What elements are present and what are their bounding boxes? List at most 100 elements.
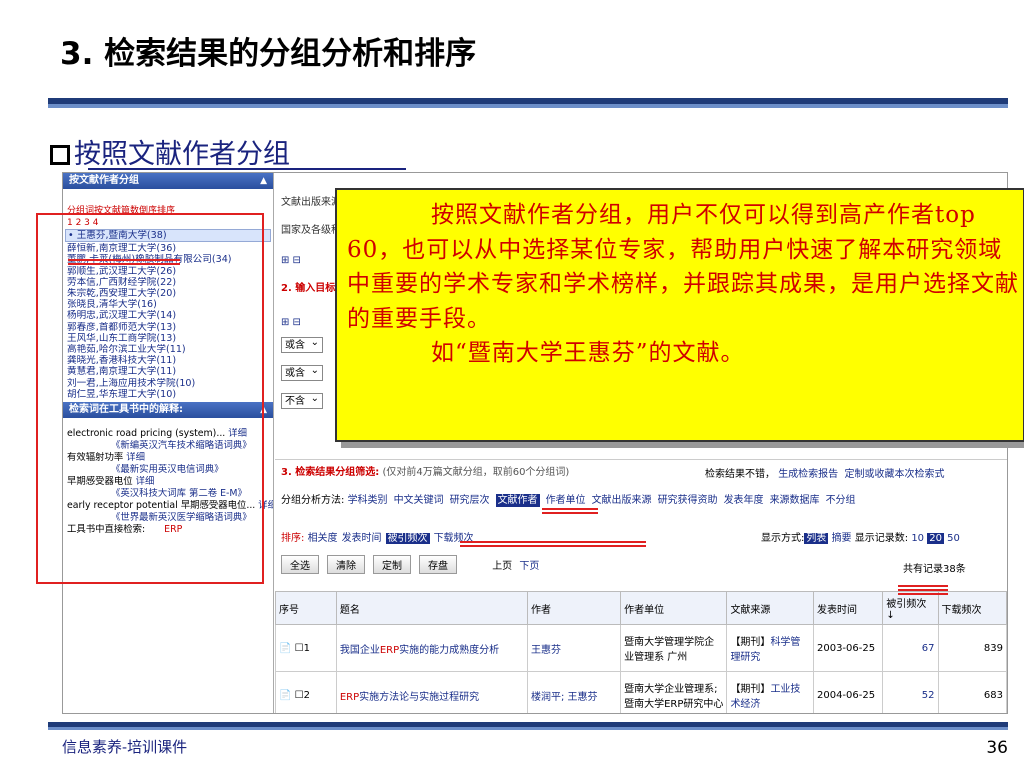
underline-mark — [898, 585, 948, 587]
title-erp: ERP — [339, 691, 360, 703]
square-bullet-icon — [50, 145, 70, 165]
display-list-option[interactable]: 列表 — [804, 533, 829, 544]
logic-select-1[interactable]: 或含 — [281, 335, 323, 353]
org-cell: 暨南大学企业管理系;暨南大学ERP研究中心 — [620, 671, 728, 713]
row-checkbox[interactable]: ☐ — [295, 690, 304, 701]
group-method-option[interactable]: 作者单位 — [546, 495, 586, 506]
title-cell[interactable]: ERP实施方法论与实施过程研究 — [335, 671, 528, 713]
action-buttons: 全选 清除 定制 存盘 上页 下页 — [281, 555, 539, 574]
table-header: 序号 题名 作者 作者单位 文献来源 发表时间 被引频次 ↓ 下载频次 — [275, 591, 1007, 625]
title-post: 实施方法论与实施过程研究 — [359, 691, 480, 703]
sort-option[interactable]: 被引频次 — [385, 533, 430, 544]
group-filter-hint: (仅对前4万篇文献分组，取前60个分组词) — [382, 467, 570, 478]
source-row: 文献出版来源 — [281, 197, 341, 208]
column-header[interactable]: 被引频次 ↓ — [882, 591, 939, 625]
source-tag: 【期刊】 — [730, 637, 771, 648]
underline-mark — [68, 263, 180, 265]
display-mode-label: 显示方式: — [761, 533, 805, 544]
logic-select-2[interactable]: 或含 — [281, 363, 323, 381]
report-link[interactable]: 生成检索报告 — [778, 469, 838, 480]
sort-row: 排序: 相关度 发表时间 被引频次 下载频次 — [281, 529, 478, 544]
group-method-option[interactable]: 文献出版来源 — [592, 495, 652, 506]
select-all-button[interactable]: 全选 — [281, 555, 319, 574]
title-post: 实施的能力成熟度分析 — [399, 644, 500, 656]
column-header: 题名 — [335, 591, 528, 625]
author-group-header[interactable]: 按文献作者分组 ▲ — [63, 173, 273, 189]
group-method-option[interactable]: 不分组 — [826, 495, 856, 506]
callout-example: 如“暨南大学王惠芬”的文献。 — [431, 340, 745, 366]
page-number: 36 — [986, 738, 1008, 758]
customize-button[interactable]: 定制 — [373, 555, 411, 574]
group-method-option[interactable]: 研究层次 — [450, 495, 490, 506]
row-checkbox[interactable]: ☐ — [295, 643, 304, 654]
group-filter-title: 3. 检索结果分组筛选: — [281, 467, 380, 478]
row-number: 1 — [303, 642, 310, 654]
group-filter-label: 3. 检索结果分组筛选: (仅对前4万篇文献分组，取前60个分组词) — [281, 463, 569, 478]
save-query-link[interactable]: 定制或收藏本次检索式 — [845, 469, 945, 480]
cited-cell[interactable]: 67 — [882, 624, 939, 672]
divider — [275, 459, 1007, 460]
total-records: 共有记录38条 — [903, 564, 966, 575]
column-header: 发表时间 — [812, 591, 884, 625]
column-header: 作者 — [526, 591, 622, 625]
cited-cell[interactable]: 52 — [882, 671, 939, 713]
author-group-header-label: 按文献作者分组 — [69, 175, 139, 186]
slide-title: 3. 检索结果的分组分析和排序 — [60, 36, 477, 72]
group-methods-label: 分组分析方法: — [281, 495, 345, 506]
clear-button[interactable]: 清除 — [327, 555, 365, 574]
underline-mark — [898, 589, 948, 591]
author-cell[interactable]: 楼润平; 王惠芬 — [526, 671, 622, 713]
subtitle-underline — [88, 168, 406, 170]
underline-mark — [542, 508, 598, 510]
underline-mark — [542, 512, 598, 514]
prev-page-link[interactable]: 上页 — [492, 561, 512, 572]
sort-option[interactable]: 相关度 — [308, 533, 338, 544]
group-method-option[interactable]: 文献作者 — [495, 494, 540, 507]
slide-subtitle: 按照文献作者分组 — [50, 132, 290, 171]
downloads-cell: 839 — [937, 624, 1007, 672]
title-erp: ERP — [379, 644, 400, 656]
count-10[interactable]: 10 — [911, 533, 924, 544]
author-cell[interactable]: 王惠芬 — [526, 624, 622, 672]
table-row: 📄 ☐2 ERP实施方法论与实施过程研究 楼润平; 王惠芬 暨南大学企业管理系;暨南大… — [275, 671, 1007, 713]
footer-text: 信息素养-培训课件 — [62, 738, 188, 756]
group-method-option[interactable]: 中文关键词 — [394, 495, 444, 506]
source-tag: 【期刊】 — [730, 684, 771, 695]
title-rule — [48, 98, 1008, 108]
logic-select-3[interactable]: 不含 — [281, 391, 323, 409]
title-cell[interactable]: 我国企业ERP实施的能力成熟度分析 — [335, 624, 528, 672]
count-50[interactable]: 50 — [947, 533, 960, 544]
column-header: 序号 — [275, 591, 337, 625]
underline-mark — [460, 545, 646, 547]
row-number-cell: 📄 ☐2 — [275, 671, 337, 713]
display-summary-option[interactable]: 摘要 — [832, 533, 852, 544]
report-links: 检索结果不错， 生成检索报告 定制或收藏本次检索式 — [705, 465, 945, 480]
expand-icons-2[interactable]: ⊞ ⊟ — [281, 317, 301, 328]
group-method-option[interactable]: 学科类别 — [348, 495, 388, 506]
underline-mark — [460, 541, 646, 543]
expand-icons[interactable]: ⊞ ⊟ — [281, 255, 301, 266]
column-header: 文献来源 — [726, 591, 814, 625]
footer-rule — [48, 722, 1008, 730]
downloads-cell: 683 — [937, 671, 1007, 713]
collapse-icon[interactable]: ▲ — [260, 173, 267, 189]
group-method-option[interactable]: 研究获得资助 — [658, 495, 718, 506]
highlight-rect — [36, 213, 264, 584]
underline-mark — [898, 593, 948, 595]
count-20[interactable]: 20 — [927, 533, 944, 544]
count-label: 显示记录数: — [854, 533, 909, 544]
group-method-option[interactable]: 发表年度 — [724, 495, 764, 506]
table-row: 📄 ☐1 我国企业ERP实施的能力成熟度分析 王惠芬 暨南大学管理学院企业管理系 广州… — [275, 624, 1007, 672]
next-page-link[interactable]: 下页 — [519, 561, 539, 572]
title-pre: 我国企业 — [339, 644, 380, 656]
date-cell: 2004-06-25 — [812, 671, 884, 713]
display-options: 显示方式: 列表 摘要 显示记录数: 10 20 50 — [761, 529, 960, 544]
sort-label: 排序: — [281, 533, 305, 544]
save-button[interactable]: 存盘 — [419, 555, 457, 574]
column-header: 作者单位 — [620, 591, 728, 625]
org-cell: 暨南大学管理学院企业管理系 广州 — [620, 624, 728, 672]
column-header[interactable]: 下载频次 — [937, 591, 1007, 625]
sort-option[interactable]: 发表时间 — [342, 533, 382, 544]
group-methods: 分组分析方法: 学科类别 中文关键词 研究层次 文献作者 作者单位 文献出版来源 研究获得资… — [281, 491, 862, 507]
group-method-option[interactable]: 来源数据库 — [770, 495, 820, 506]
